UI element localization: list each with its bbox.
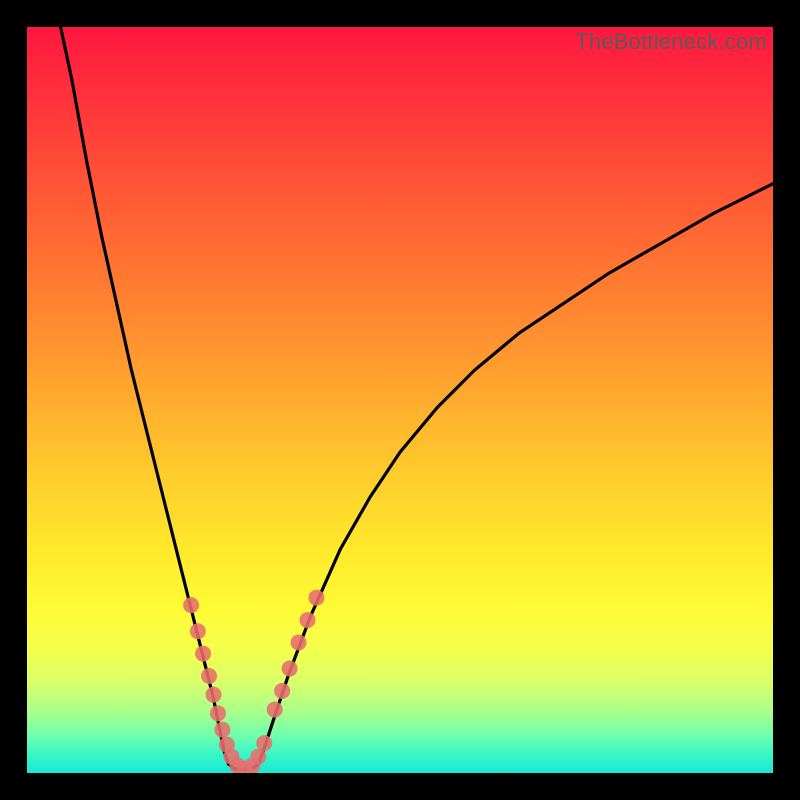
curve-marker [282, 661, 298, 677]
chart-frame: TheBottleneck.com [0, 0, 800, 800]
bottleneck-curve [61, 27, 773, 769]
curve-marker [195, 646, 211, 662]
marker-group [183, 590, 324, 773]
curve-marker [206, 687, 222, 703]
curve-marker [210, 705, 226, 721]
curve-marker [274, 683, 290, 699]
curve-marker [214, 722, 230, 738]
watermark-text: TheBottleneck.com [575, 29, 767, 55]
curve-marker [308, 590, 324, 606]
plot-area: TheBottleneck.com [27, 27, 773, 773]
curve-marker [190, 623, 206, 639]
curve-marker [300, 612, 316, 628]
curve-marker [201, 668, 217, 684]
curve-layer [27, 27, 773, 773]
curve-marker [267, 702, 283, 718]
curve-marker [183, 597, 199, 613]
curve-marker [256, 735, 272, 751]
curve-marker [291, 634, 307, 650]
